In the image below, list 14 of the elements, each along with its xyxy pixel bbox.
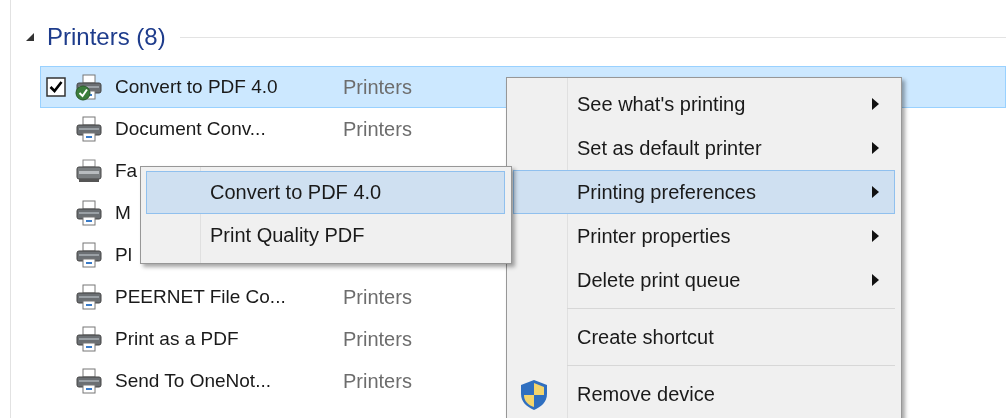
printer-name: Convert to PDF 4.0 [115, 76, 279, 98]
printer-name: Pl [115, 244, 132, 266]
group-title: Printers (8) [47, 23, 166, 51]
printer-category: Printers [343, 285, 412, 309]
printer-category: Printers [343, 117, 412, 141]
printer-category: Printers [343, 75, 412, 99]
printer-category: Printers [343, 327, 412, 351]
printer-name: Document Conv... [115, 118, 267, 140]
printer-name: PEERNET File Co... [115, 286, 287, 308]
printer-category: Printers [343, 369, 412, 393]
printer-name: Print as a PDF [115, 328, 240, 350]
printer-name: Send To OneNot... [115, 370, 272, 392]
printer-name: M [115, 202, 131, 224]
printer-name: Fa [115, 160, 138, 182]
